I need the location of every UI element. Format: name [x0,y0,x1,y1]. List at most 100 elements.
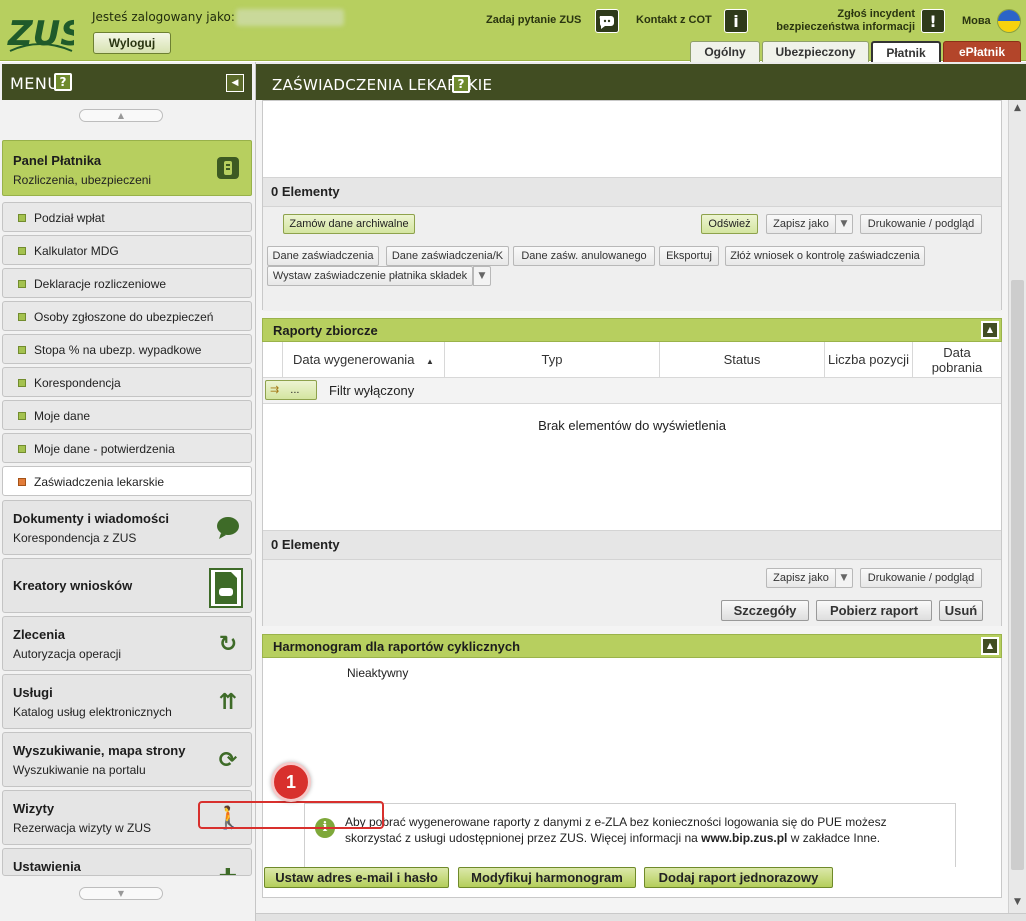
category-title: Ustawienia [13,859,81,874]
sidebar-category-ustawienia[interactable]: Ustawienia ✚ [2,848,252,876]
order-archive-button[interactable]: Zamów dane archiwalne [283,214,415,234]
print-preview-button[interactable]: Drukowanie / podgląd [860,214,982,234]
sidebar-category-wyszukiwanie[interactable]: Wyszukiwanie, mapa strony Wyszukiwanie n… [2,732,252,787]
certificates-panel: 0 Elementy Zamów dane archiwalne Odśwież… [262,100,1002,311]
category-title: Usługi [13,685,53,700]
add-single-report-button[interactable]: Dodaj raport jednorazowy [644,867,833,888]
sidebar-category-zlecenia[interactable]: Zlecenia Autoryzacja operacji ↻ [2,616,252,671]
sort-asc-icon: ▲ [426,357,434,366]
sidebar-category-dokumenty[interactable]: Dokumenty i wiadomości Korespondencja z … [2,500,252,555]
menu-help-icon[interactable]: ? [54,73,72,91]
certificate-data-k-button[interactable]: Dane zaświadczenia/K [386,246,509,266]
bullet-icon [18,346,26,354]
bullet-icon [18,412,26,420]
chevron-down-icon[interactable]: ▼ [473,266,491,286]
modify-schedule-button[interactable]: Modyfikuj harmonogram [458,867,636,888]
ask-zus-link[interactable]: Zadaj pytanie ZUS [486,14,581,26]
ukraine-flag-icon[interactable] [997,9,1021,33]
reports-count: 0 Elementy [271,537,340,552]
category-subtitle: Korespondencja z ZUS [13,531,137,545]
sidebar-item-podzial-wplat[interactable]: Podział wpłat [2,202,252,232]
sync-icon: ⟳ [218,748,238,773]
issue-payer-certificate-button[interactable]: Wystaw zaświadczenie płatnika składek [267,266,473,286]
sidebar-item-label: Korespondencja [34,376,121,390]
select-column [263,342,283,378]
sidebar-item-label: Osoby zgłoszone do ubezpieczeń [34,310,214,324]
bip-link[interactable]: www.bip.zus.pl [701,831,787,845]
sidebar-category-kreatory[interactable]: Kreatory wniosków [2,558,252,613]
vertical-scrollbar[interactable]: ▲ ▼ [1008,100,1026,913]
panel-platnika[interactable]: Panel Płatnika Rozliczenia, ubezpieczeni [2,140,252,196]
info-icon[interactable]: i [724,9,748,33]
certificate-data-button[interactable]: Dane zaświadczenia [267,246,379,266]
set-email-password-button[interactable]: Ustaw adres e-mail i hasło [264,867,449,888]
bullet-icon [18,313,26,321]
refresh-icon: ↻ [218,632,238,657]
language-link[interactable]: Мова [962,15,991,27]
filter-row: ⇉ ... Filtr wyłączony [263,378,1001,404]
sidebar-item-label: Zaświadczenia lekarskie [34,475,165,489]
report-incident-link[interactable]: Zgłoś incydent bezpieczeństwa informacji [765,8,915,34]
zus-logo[interactable]: ZUS [6,7,74,55]
collapse-menu-icon[interactable]: ◀ [226,74,244,92]
tab-ogolny[interactable]: Ogólny [690,41,760,62]
chevron-down-icon[interactable]: ▼ [835,214,853,234]
col-data-wygenerowania[interactable]: Data wygenerowania ▲ [283,342,445,378]
sidebar-item-moje-dane-potwierdzenia[interactable]: Moje dane - potwierdzenia [2,433,252,463]
chat-icon[interactable] [595,9,619,33]
control-request-button[interactable]: Złóż wniosek o kontrolę zaświadczenia [725,246,925,266]
collapse-icon[interactable]: ▲ [981,321,999,339]
print-preview-button[interactable]: Drukowanie / podgląd [860,568,982,588]
col-typ[interactable]: Typ [445,342,660,378]
cancelled-certificate-button[interactable]: Dane zaśw. anulowanego [513,246,655,266]
download-report-button[interactable]: Pobierz raport [816,600,932,621]
collapse-icon[interactable]: ▲ [981,637,999,655]
sidebar-item-stopa-wypadkowe[interactable]: Stopa % na ubezp. wypadkowe [2,334,252,364]
schedule-status: Nieaktywny [347,666,409,680]
scroll-thumb[interactable] [1011,280,1024,870]
sidebar-item-label: Moje dane - potwierdzenia [34,442,175,456]
bullet-icon [18,280,26,288]
export-button[interactable]: Eksportuj [659,246,719,266]
scroll-up-icon[interactable]: ▲ [1011,102,1024,115]
menu-scroll-up-icon[interactable]: ▲ [79,109,163,122]
schedule-section-title: Harmonogram dla raportów cyklicznych [273,639,521,654]
chevron-down-icon[interactable]: ▼ [835,568,853,588]
certificates-toolbar: Zamów dane archiwalne Odśwież Zapisz jak… [263,207,1001,311]
contact-cot-link[interactable]: Kontakt z COT [636,14,712,26]
logged-in-label: Jesteś zalogowany jako: [92,10,235,24]
content-area: 0 Elementy Zamów dane archiwalne Odśwież… [256,100,1026,913]
logout-button[interactable]: Wyloguj [93,32,171,54]
sidebar-item-kalkulator-mdg[interactable]: Kalkulator MDG [2,235,252,265]
sidebar-item-osoby-zgloszone[interactable]: Osoby zgłoszone do ubezpieczeń [2,301,252,331]
menu-header: MENU ? ◀ [2,64,252,100]
menu-scroll-down-icon[interactable]: ▼ [79,887,163,900]
sidebar-item-moje-dane[interactable]: Moje dane [2,400,252,430]
save-as-button[interactable]: Zapisz jako [766,214,836,234]
info-message: Aby pobrać wygenerowane raporty z danymi… [345,814,905,846]
sidebar-item-zaswiadczenia-lekarskie[interactable]: Zaświadczenia lekarskie [2,466,252,496]
tab-platnik[interactable]: Płatnik [871,41,941,62]
reports-table-header: Data wygenerowania ▲ Typ Status Liczba p… [263,342,1001,378]
sidebar-item-label: Kalkulator MDG [34,244,119,258]
tab-eplatnik[interactable]: ePłatnik [943,41,1021,62]
details-button[interactable]: Szczegóły [721,600,809,621]
alert-icon[interactable]: ! [921,9,945,33]
tab-ubezpieczony[interactable]: Ubezpieczony [762,41,869,62]
save-as-button[interactable]: Zapisz jako [766,568,836,588]
sidebar: MENU ? ◀ ▲ Panel Płatnika Rozliczenia, u… [0,62,256,921]
refresh-button[interactable]: Odśwież [701,214,758,234]
page-help-icon[interactable]: ? [452,75,470,93]
sidebar-item-deklaracje[interactable]: Deklaracje rozliczeniowe [2,268,252,298]
delete-button[interactable]: Usuń [939,600,983,621]
col-liczba-pozycji[interactable]: Liczba pozycji [825,342,913,378]
incident-line-2: bezpieczeństwa informacji [776,21,915,33]
filter-button[interactable]: ⇉ ... [265,380,317,400]
form-document-icon [209,568,243,608]
sidebar-item-korespondencja[interactable]: Korespondencja [2,367,252,397]
bullet-icon [18,478,26,486]
col-data-pobrania[interactable]: Data pobrania [913,342,1001,378]
scroll-down-icon[interactable]: ▼ [1011,896,1024,909]
sidebar-category-uslugi[interactable]: Usługi Katalog usług elektronicznych ⇈ [2,674,252,729]
col-status[interactable]: Status [660,342,825,378]
